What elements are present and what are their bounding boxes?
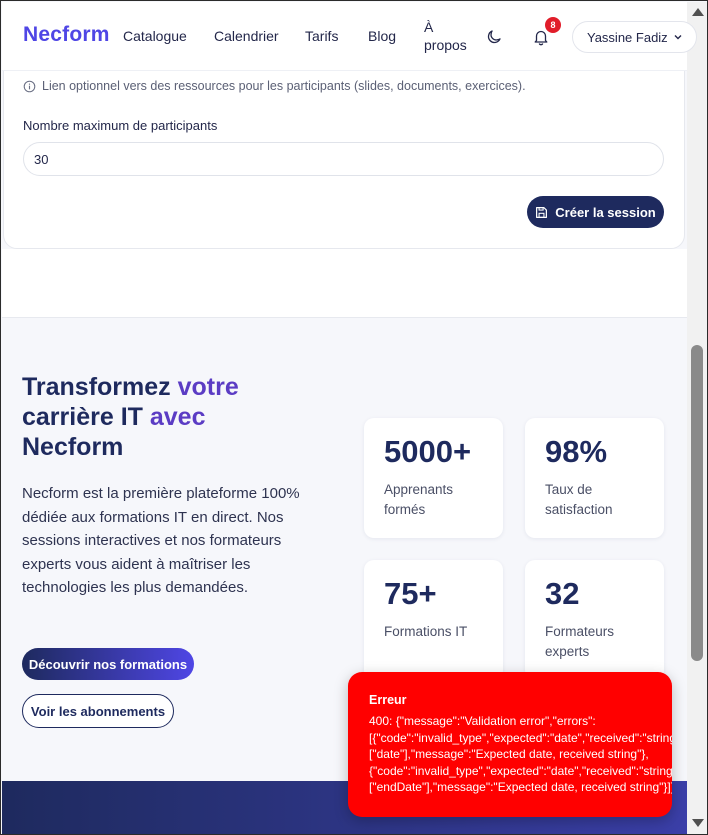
toast-title: Erreur — [369, 693, 407, 707]
hero-title-part: Necform — [22, 433, 124, 461]
section-spacer — [2, 249, 687, 318]
error-toast[interactable]: Erreur 400: {"message":"Validation error… — [348, 672, 672, 817]
stat-label: Taux de satisfaction — [545, 482, 613, 517]
max-participants-input[interactable]: 30 — [23, 142, 664, 176]
resource-hint-text: Lien optionnel vers des ressources pour … — [42, 79, 526, 93]
stat-value: 5000+ — [384, 434, 472, 469]
nav-link-calendrier[interactable]: Calendrier — [214, 28, 279, 44]
max-participants-label: Nombre maximum de participants — [23, 118, 218, 133]
stat-value: 75+ — [384, 576, 437, 611]
browser-viewport: Lien optionnel vers des ressources pour … — [0, 0, 708, 835]
vertical-scrollbar[interactable] — [687, 2, 707, 834]
top-navbar: Necform Catalogue Calendrier Tarifs Blog… — [2, 2, 697, 70]
hero-title-part: Transformez — [22, 373, 178, 401]
nav-link-a-propos-line: propos — [424, 37, 467, 53]
hero-title: Transformez votre carrière IT avec Necform — [22, 372, 322, 462]
toast-message: 400: {"message":"Validation error","erro… — [369, 713, 672, 796]
nav-link-blog[interactable]: Blog — [368, 28, 396, 44]
stat-card: 75+ Formations IT — [364, 560, 503, 680]
stat-label: Formateurs experts — [545, 624, 615, 659]
info-icon — [23, 80, 36, 92]
stat-card: 32 Formateurs experts — [525, 560, 664, 680]
scroll-down-arrow-icon[interactable] — [692, 819, 704, 827]
stat-label: Formations IT — [384, 624, 468, 639]
user-name: Yassine Fadiz — [587, 30, 668, 45]
create-session-button[interactable]: Créer la session — [527, 196, 664, 228]
notification-badge: 8 — [545, 17, 561, 33]
nav-link-a-propos-line: À — [424, 19, 434, 35]
scroll-up-arrow-icon[interactable] — [692, 8, 704, 16]
nav-link-tarifs[interactable]: Tarifs — [305, 28, 338, 44]
nav-link-a-propos[interactable]: Àpropos — [424, 18, 468, 54]
moon-icon[interactable] — [486, 29, 502, 45]
hero-description: Necform est la première plateforme 100% … — [22, 485, 300, 596]
toast-message-line: 400: {"message":"Validation error","erro… — [369, 714, 596, 728]
stat-label: Apprenants formés — [384, 482, 454, 517]
hero-title-part: carrière IT — [22, 403, 150, 431]
toast-message-line: {"code":"invalid_type","expected":"date"… — [369, 763, 672, 778]
hero-title-accent: avec — [149, 403, 206, 431]
nav-link-catalogue[interactable]: Catalogue — [123, 28, 187, 44]
create-session-label: Créer la session — [555, 204, 656, 220]
stat-value: 98% — [545, 434, 608, 469]
user-menu-button[interactable]: Yassine Fadiz — [572, 21, 697, 53]
view-subscriptions-button[interactable]: Voir les abonnements — [22, 694, 174, 728]
stat-value: 32 — [545, 576, 580, 611]
discover-courses-button[interactable]: Découvrir nos formations — [22, 648, 194, 680]
resource-hint: Lien optionnel vers des ressources pour … — [23, 79, 526, 93]
toast-message-line: ["date"],"message":"Expected date, recei… — [369, 747, 649, 761]
chevron-down-icon — [674, 35, 682, 40]
stat-card: 5000+ Apprenants formés — [364, 418, 503, 538]
save-icon — [536, 206, 548, 218]
scrollbar-thumb[interactable] — [691, 345, 703, 661]
hero-title-accent: votre — [177, 373, 239, 401]
brand-logo[interactable]: Necform — [23, 23, 110, 47]
toast-message-line: [{"code":"invalid_type","expected":"date… — [369, 730, 672, 745]
stat-card: 98% Taux de satisfaction — [525, 418, 664, 538]
toast-message-line: ["endDate"],"message":"Expected date, re… — [369, 780, 672, 794]
